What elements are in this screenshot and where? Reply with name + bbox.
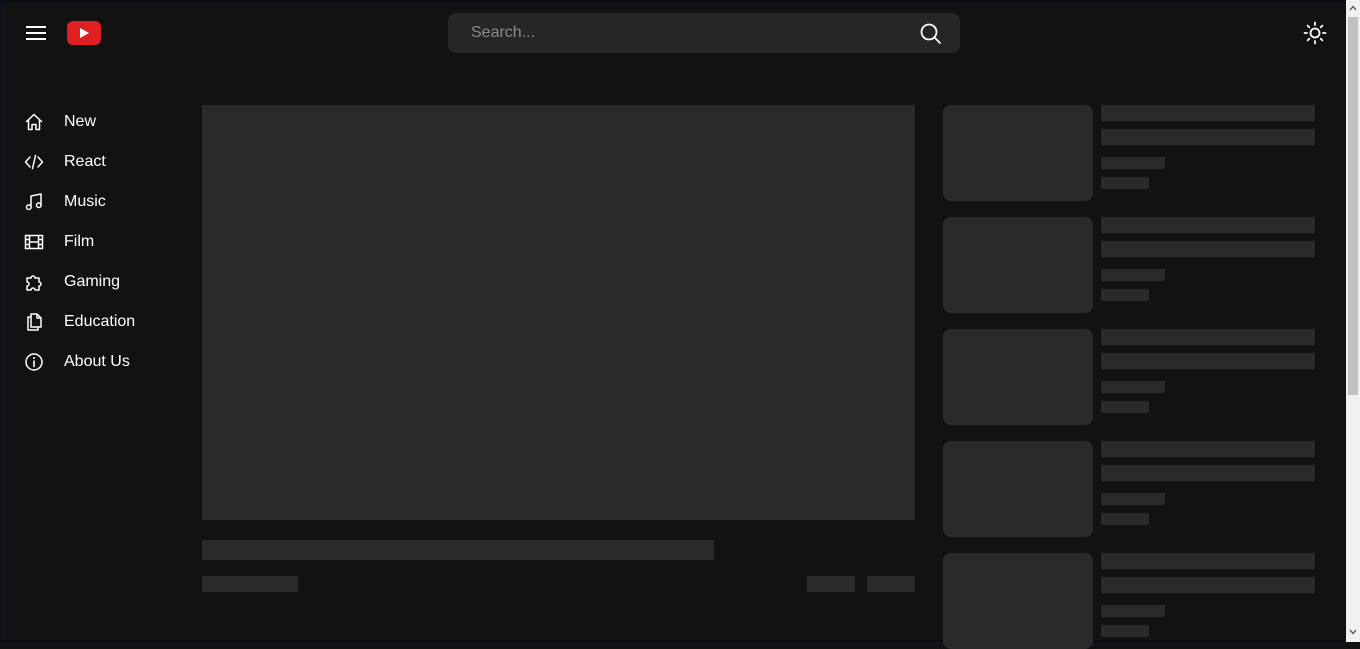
documents-icon xyxy=(27,313,42,331)
sidebar-item-about-us[interactable]: About Us xyxy=(0,342,190,382)
search-bar xyxy=(448,13,960,53)
sidebar-item-new[interactable]: New xyxy=(0,102,190,142)
video-action-placeholder xyxy=(807,576,855,592)
title-line-placeholder xyxy=(1101,241,1315,257)
sidebar-item-label: Education xyxy=(64,313,136,330)
meta-line-placeholder xyxy=(1101,177,1149,189)
search-input[interactable] xyxy=(448,13,908,53)
sidebar-item-gaming[interactable]: Gaming xyxy=(0,262,190,302)
sidebar-item-react[interactable]: React xyxy=(0,142,190,182)
title-line-placeholder xyxy=(1101,441,1315,457)
meta-line-placeholder xyxy=(1101,401,1149,413)
related-video-card[interactable] xyxy=(943,441,1315,537)
hamburger-menu-icon[interactable] xyxy=(22,20,50,46)
sidebar-item-label: New xyxy=(64,113,97,130)
video-action-placeholder xyxy=(867,576,915,592)
title-line-placeholder xyxy=(1101,465,1315,481)
home-icon xyxy=(25,113,43,131)
theme-toggle-button[interactable] xyxy=(1302,20,1328,46)
music-note-icon xyxy=(25,193,42,211)
sidebar-item-film[interactable]: Film xyxy=(0,222,190,262)
sidebar: New React Music Film Gaming Education Ab… xyxy=(0,102,190,382)
related-video-card[interactable] xyxy=(943,553,1315,649)
related-video-card[interactable] xyxy=(943,329,1315,425)
code-icon xyxy=(24,154,44,170)
thumbnail-placeholder xyxy=(943,441,1093,537)
sun-icon xyxy=(1303,21,1327,45)
channel-name-placeholder xyxy=(202,576,298,592)
thumbnail-placeholder xyxy=(943,217,1093,313)
sidebar-item-education[interactable]: Education xyxy=(0,302,190,342)
meta-line-placeholder xyxy=(1101,513,1149,525)
title-line-placeholder xyxy=(1101,353,1315,369)
video-title-placeholder xyxy=(202,540,714,560)
youtube-play-icon xyxy=(80,28,89,38)
video-player-placeholder[interactable] xyxy=(202,105,915,520)
scroll-up-arrow-icon[interactable] xyxy=(1346,0,1360,16)
top-header xyxy=(0,0,1346,66)
youtube-logo[interactable] xyxy=(67,21,101,45)
info-icon xyxy=(25,353,43,371)
channel-line-placeholder xyxy=(1101,493,1165,505)
film-icon xyxy=(24,234,44,250)
vertical-scrollbar[interactable] xyxy=(1346,0,1360,642)
title-line-placeholder xyxy=(1101,217,1315,233)
title-line-placeholder xyxy=(1101,577,1315,593)
sidebar-item-label: About Us xyxy=(64,353,130,370)
title-line-placeholder xyxy=(1101,129,1315,145)
thumbnail-placeholder xyxy=(943,329,1093,425)
thumbnail-placeholder xyxy=(943,553,1093,649)
magnifier-icon xyxy=(920,23,941,44)
title-line-placeholder xyxy=(1101,329,1315,345)
scrollbar-thumb[interactable] xyxy=(1348,17,1358,395)
channel-line-placeholder xyxy=(1101,269,1165,281)
sidebar-item-label: React xyxy=(64,153,106,170)
thumbnail-placeholder xyxy=(943,105,1093,201)
sidebar-item-label: Film xyxy=(64,233,95,250)
related-video-card[interactable] xyxy=(943,105,1315,201)
related-video-card[interactable] xyxy=(943,217,1315,313)
meta-line-placeholder xyxy=(1101,625,1149,637)
puzzle-icon xyxy=(26,275,42,291)
sidebar-item-music[interactable]: Music xyxy=(0,182,190,222)
sidebar-item-label: Music xyxy=(64,193,106,210)
channel-line-placeholder xyxy=(1101,381,1165,393)
search-button[interactable] xyxy=(918,21,944,47)
sidebar-item-label: Gaming xyxy=(64,273,121,290)
title-line-placeholder xyxy=(1101,105,1315,121)
title-line-placeholder xyxy=(1101,553,1315,569)
scroll-down-arrow-icon[interactable] xyxy=(1346,624,1360,640)
channel-line-placeholder xyxy=(1101,605,1165,617)
meta-line-placeholder xyxy=(1101,289,1149,301)
channel-line-placeholder xyxy=(1101,157,1165,169)
